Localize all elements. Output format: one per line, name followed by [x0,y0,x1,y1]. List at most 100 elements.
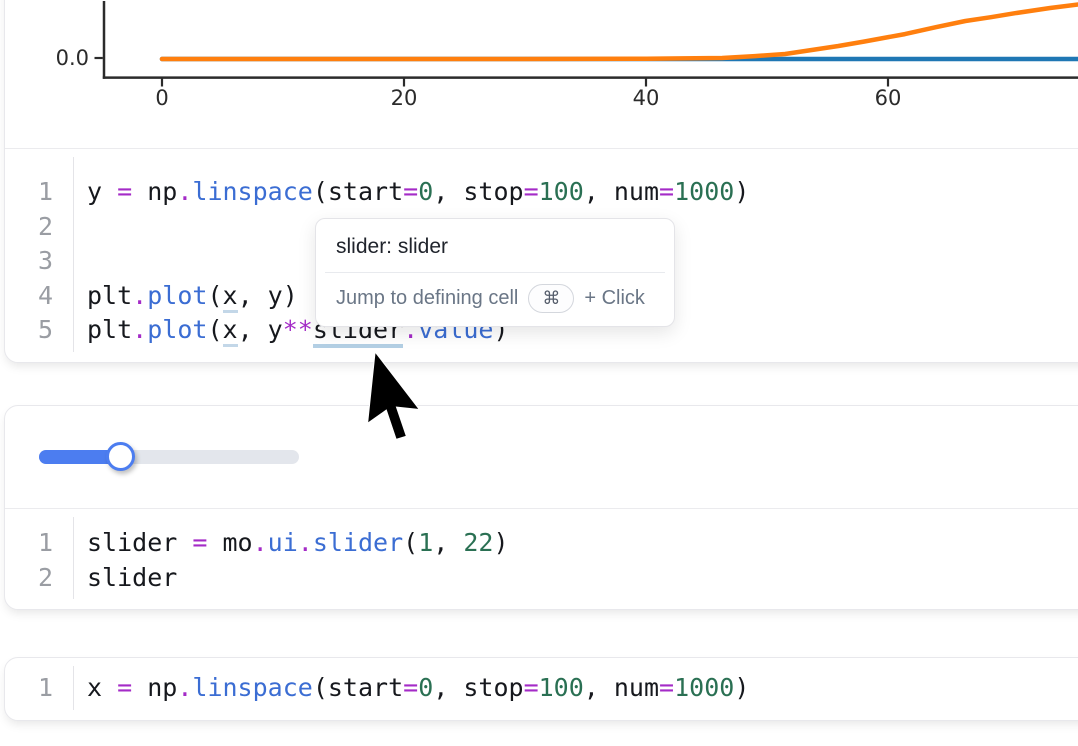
code-token: plot [147,315,207,344]
code-token-ref[interactable]: x [223,315,238,347]
code-token: , [433,528,463,557]
cell-c-code: 1x = np.linspace(start=0, stop=100, num=… [5,671,1078,706]
code-line[interactable]: 1slider = mo.ui.slider(1, 22) [5,526,1078,561]
code-text: plt.plot(x, y) [53,279,298,314]
code-token: = [659,673,674,702]
code-token: . [177,177,192,206]
code-line[interactable]: 2 slider [5,561,1078,596]
code-token: x [87,673,117,702]
gutter-divider [73,157,74,352]
code-token: , stop [433,673,523,702]
code-token: plot [147,281,207,310]
plot-series [162,4,1078,59]
marimo-notebook: 0.00204060 1y = np.linspace(start=0, sto… [0,0,1078,746]
code-token: 100 [539,177,584,206]
code-token: ( [403,528,418,557]
tooltip-action-row[interactable]: Jump to defining cell ⌘ + Click [316,273,674,326]
code-token: = [524,673,539,702]
cell-c-editor[interactable]: 1x = np.linspace(start=0, stop=100, num=… [5,658,1078,720]
code-token: 0 [418,177,433,206]
code-text: slider [53,561,177,596]
slider-thumb[interactable] [106,442,135,471]
y-tick-label: 0.0 [56,46,89,70]
code-token: . [253,528,268,557]
command-key-badge: ⌘ [528,284,574,313]
cell-b-code: 1slider = mo.ui.slider(1, 22)2slider [5,526,1078,595]
plot-line [162,4,1078,59]
code-token: slider [87,563,177,592]
code-token-ref[interactable]: x [223,281,238,313]
command-key-icon: ⌘ [542,288,560,309]
code-token: ( [207,281,222,310]
tooltip-title: slider: slider [316,219,674,272]
code-token: ** [283,315,313,344]
code-text [53,210,87,245]
code-text: x = np.linspace(start=0, stop=100, num=1… [53,671,749,706]
code-line[interactable]: 1y = np.linspace(start=0, stop=100, num=… [5,175,1078,210]
slider-track[interactable] [39,450,299,464]
code-text: slider = mo.ui.slider(1, 22) [53,526,509,561]
code-token: = [403,177,418,206]
code-token: ui [268,528,298,557]
line-number: 1 [5,175,53,210]
code-token: y [87,177,117,206]
line-number: 1 [5,526,53,561]
code-token: 100 [539,673,584,702]
code-token: np [132,177,177,206]
code-token: ) [734,177,749,206]
code-token: = [117,177,132,206]
line-number: 1 [5,671,53,706]
code-token: slider [87,528,192,557]
code-token: 0 [418,673,433,702]
variable-tooltip: slider: slider Jump to defining cell ⌘ +… [315,218,675,327]
gutter-divider [73,666,74,710]
cell-b-editor[interactable]: 1slider = mo.ui.slider(1, 22)2slider [5,509,1078,609]
cell-slider: 1slider = mo.ui.slider(1, 22)2slider [4,405,1078,610]
code-text: y = np.linspace(start=0, stop=100, num=1… [53,175,749,210]
tooltip-action-suffix: + Click [584,287,645,310]
code-token: . [132,315,147,344]
x-tick-label: 40 [633,86,660,110]
code-token: = [192,528,207,557]
code-line[interactable]: 1x = np.linspace(start=0, stop=100, num=… [5,671,1078,706]
code-token: = [524,177,539,206]
code-token: (start [313,177,403,206]
code-token: = [117,673,132,702]
code-token: 1 [418,528,433,557]
code-token: ( [207,315,222,344]
code-text [53,244,87,279]
line-number: 4 [5,279,53,314]
code-token: . [298,528,313,557]
code-token: plt [87,281,132,310]
x-tick-label: 20 [391,86,418,110]
plot-output: 0.0 0 20 40 60 [0,1,1078,154]
code-token: np [132,673,177,702]
code-token: , num [584,673,659,702]
x-tick-label: 0 [155,86,168,110]
code-token: (start [313,673,403,702]
line-number: 2 [5,561,53,596]
line-number: 3 [5,244,53,279]
code-token: . [132,281,147,310]
code-token: . [177,673,192,702]
code-token: 22 [463,528,493,557]
x-tick-label: 60 [875,86,902,110]
code-token: = [403,673,418,702]
code-token: , stop [433,177,523,206]
code-token: ) [493,528,508,557]
code-token: mo [207,528,252,557]
code-token: plt [87,315,132,344]
code-token: , y [238,315,283,344]
code-token: linspace [192,673,312,702]
tooltip-action-label: Jump to defining cell [336,287,518,310]
code-token: 1000 [674,673,734,702]
line-number: 5 [5,313,53,348]
slider-output [5,406,1078,508]
code-token: , y) [238,281,298,310]
code-token: , num [584,177,659,206]
cell-x-definition: 1x = np.linspace(start=0, stop=100, num=… [4,657,1078,721]
code-token: slider [313,528,403,557]
code-token: = [659,177,674,206]
gutter-divider [73,517,74,599]
code-token: 1000 [674,177,734,206]
